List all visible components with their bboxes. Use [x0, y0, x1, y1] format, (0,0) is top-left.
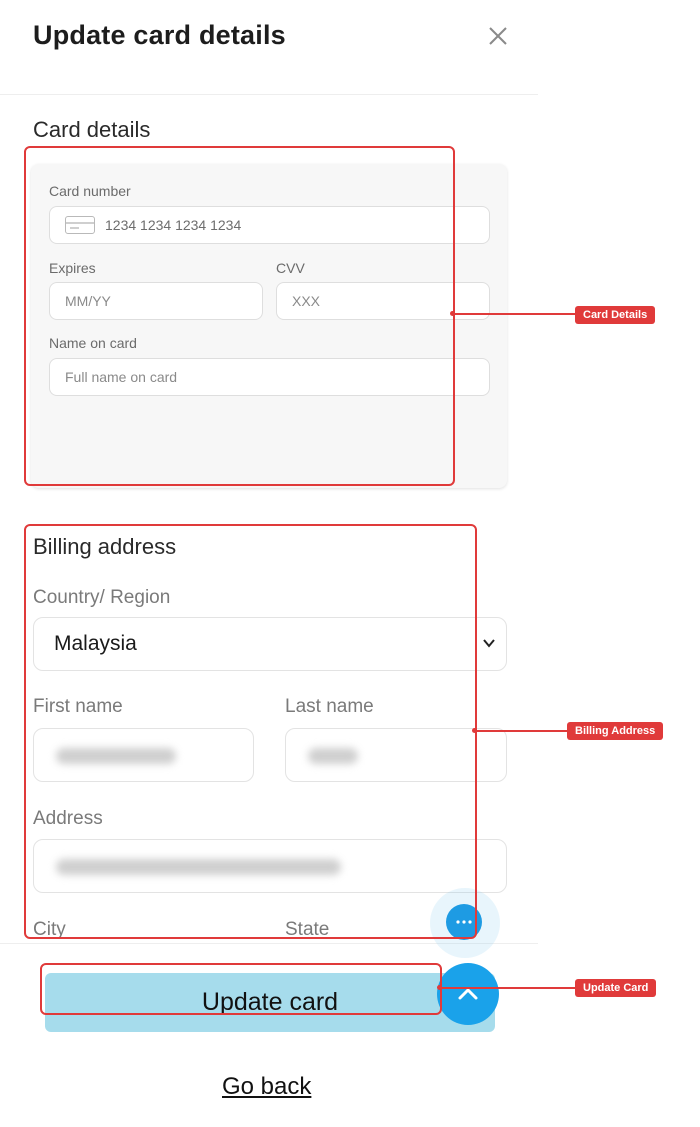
go-back-link[interactable]: Go back: [222, 1073, 311, 1101]
chevron-down-icon: [483, 639, 495, 648]
card-details-annotation-line: [454, 313, 576, 315]
chevron-up-icon: [458, 988, 478, 1000]
update-card-annotation-tag: Update Card: [575, 979, 657, 997]
header-divider: [0, 94, 538, 95]
card-details-annotation-box: [24, 146, 455, 486]
card-details-annotation-tag: Card Details: [575, 306, 656, 324]
billing-address-annotation-line: [476, 730, 568, 732]
billing-address-annotation-box: [24, 524, 477, 939]
update-card-annotation-box: [40, 963, 442, 1015]
page-title: Update card details: [33, 20, 286, 50]
close-icon: [489, 27, 507, 45]
close-button[interactable]: [484, 22, 512, 50]
update-card-annotation-line: [441, 987, 575, 989]
scroll-to-top-button[interactable]: [437, 963, 499, 1025]
card-details-title: Card details: [33, 117, 151, 142]
billing-address-annotation-tag: Billing Address: [567, 722, 664, 740]
